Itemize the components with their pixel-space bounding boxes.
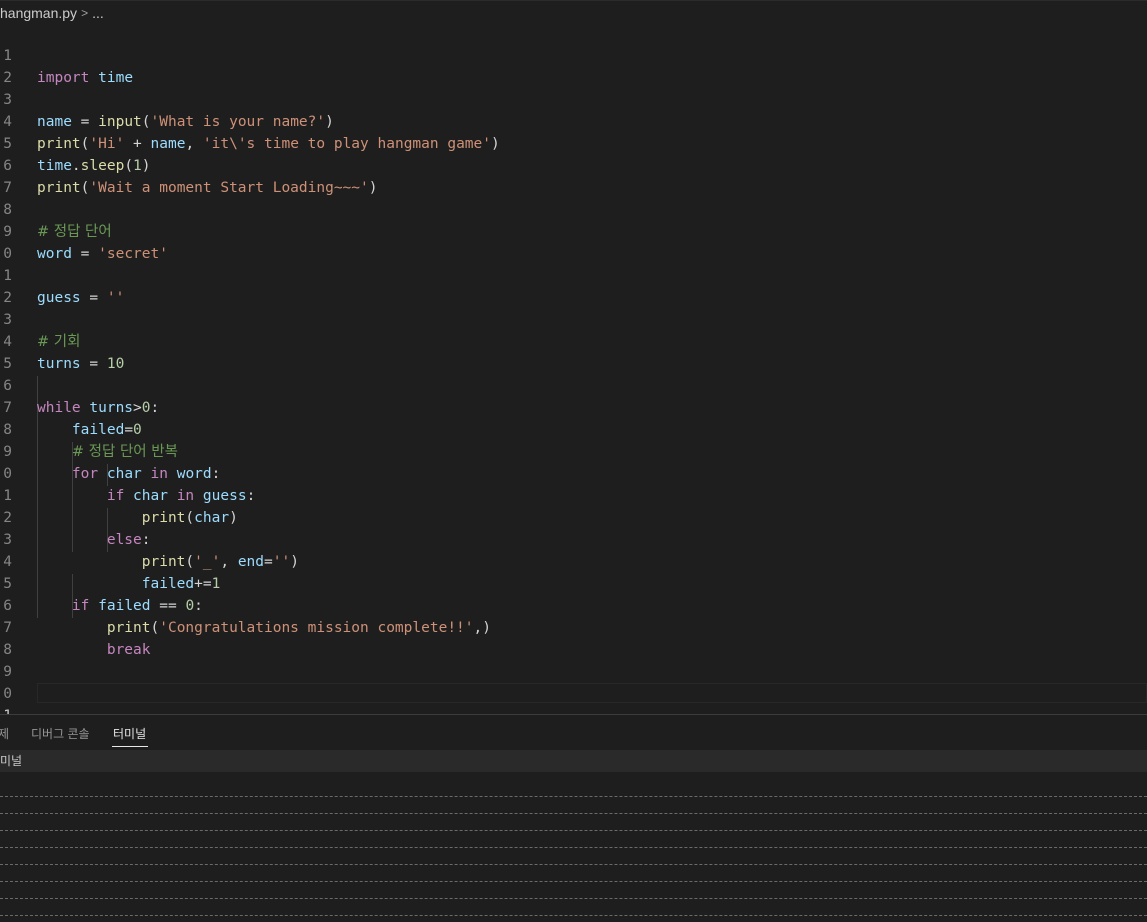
code-line[interactable]: 2 [0, 265, 1147, 306]
code-editor[interactable]: 1 import time 2 3 name = input('What is … [0, 24, 1147, 714]
terminal-line [0, 830, 1147, 831]
terminal-line [0, 898, 1147, 899]
bottom-panel: 제 디버그 콘솔 터미널 미널 [0, 714, 1147, 922]
breadcrumb-file[interactable]: hangman.py [0, 5, 77, 21]
line-number: 1 [0, 705, 12, 714]
code-line[interactable]: 0 [0, 221, 1147, 262]
code-line[interactable]: 8 # 정답 단어 반복 [0, 397, 1147, 460]
code-line[interactable]: 2 [0, 45, 1147, 86]
terminal-output[interactable] [0, 772, 1147, 922]
active-tab-indicator [112, 746, 148, 747]
code-line[interactable]: 6 print('Congratulations mission complet… [0, 573, 1147, 636]
code-line[interactable]: 1 import time [0, 24, 1147, 86]
code-line[interactable]: 3 # 기회 [0, 287, 1147, 350]
code-line[interactable]: 8 [0, 617, 1147, 658]
code-line[interactable]: 4 print('Hi' + name, 'it\'s time to play… [0, 89, 1147, 152]
code-line[interactable]: 0 [0, 661, 1147, 702]
code-line[interactable]: 8 # 정답 단어 [0, 177, 1147, 240]
code-line[interactable]: 3 print('_', end='') [0, 507, 1147, 570]
code-line[interactable]: 5 if failed == 0: [0, 551, 1147, 614]
vscode-window: hangman.py > ... 1 import time 2 3 name … [0, 0, 1147, 922]
code-line[interactable]: 9 [0, 639, 1147, 680]
tab-debug-console[interactable]: 디버그 콘솔 [31, 725, 90, 742]
code-line[interactable]: 2 else: [0, 485, 1147, 548]
code-line[interactable]: 9 for char in word: [0, 419, 1147, 482]
terminal-line [0, 847, 1147, 848]
code-line[interactable]: 6 while turns>0: [0, 353, 1147, 416]
code-line[interactable]: 5 [0, 331, 1147, 372]
code-line[interactable]: 0 if char in guess: [0, 441, 1147, 504]
code-line[interactable]: 7 [0, 155, 1147, 196]
code-line[interactable]: 3 name = input('What is your name?') [0, 67, 1147, 130]
breadcrumb-symbol[interactable]: ... [92, 5, 104, 21]
code-line[interactable]: 4 failed+=1 [0, 529, 1147, 592]
code-line[interactable]: 4 turns = 10 [0, 309, 1147, 372]
terminal-header: 미널 [0, 750, 1147, 772]
code-line[interactable]: 6 print('Wait a moment Start Loading~~~'… [0, 133, 1147, 196]
tab-terminal[interactable]: 터미널 [113, 725, 146, 742]
terminal-line [0, 881, 1147, 882]
terminal-line [0, 864, 1147, 865]
chevron-right-icon: > [81, 6, 89, 20]
terminal-title: 미널 [0, 754, 23, 768]
code-line[interactable]: 1 print(char) [0, 463, 1147, 526]
breadcrumb: hangman.py > ... [0, 0, 1147, 25]
code-line[interactable]: 9 word = 'secret' [0, 199, 1147, 262]
code-line[interactable]: 1 guess = '' [0, 243, 1147, 306]
terminal-line [0, 796, 1147, 797]
panel-tabs: 제 디버그 콘솔 터미널 [0, 715, 1147, 750]
code-line-current[interactable]: 1 [0, 683, 1147, 714]
tab-problems[interactable]: 제 [0, 725, 9, 742]
code-line[interactable]: 7 failed=0 [0, 375, 1147, 438]
terminal-line [0, 813, 1147, 814]
terminal-line [0, 915, 1147, 916]
code-line[interactable]: 5 time.sleep(1) [0, 111, 1147, 174]
code-line[interactable]: 7 break [0, 595, 1147, 658]
